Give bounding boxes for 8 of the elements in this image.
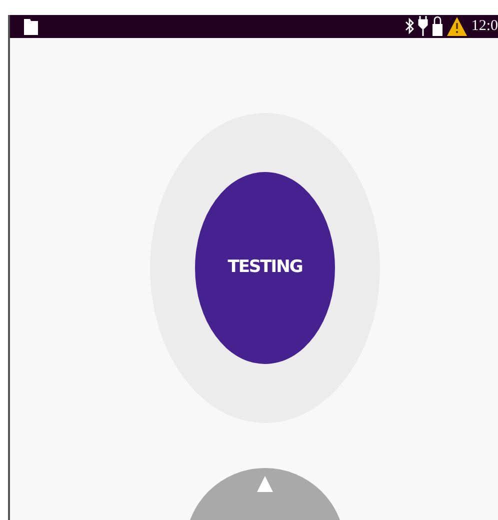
lock-icon xyxy=(432,16,444,36)
warning-icon xyxy=(447,16,468,36)
folder-icon xyxy=(24,17,38,36)
clock-time: 12:0 xyxy=(471,17,498,36)
plug-icon xyxy=(418,16,428,36)
triangle-icon xyxy=(257,476,273,492)
testing-button[interactable]: TESTING xyxy=(195,172,335,364)
bluetooth-icon xyxy=(405,17,414,36)
